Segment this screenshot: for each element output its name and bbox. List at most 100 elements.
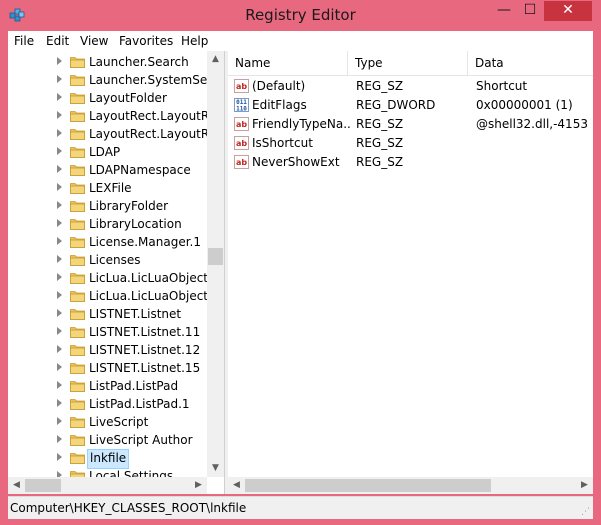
tree-item[interactable]: Launcher.Search [8, 53, 208, 71]
tree-item[interactable]: LiveScript Author [8, 431, 208, 449]
tree-item[interactable]: LicLua.LicLuaObject.1 [8, 287, 219, 305]
binary-value-icon: 011110 [234, 98, 249, 112]
values-horizontal-scroll-thumb[interactable] [245, 479, 491, 492]
expand-arrow-icon[interactable] [57, 183, 62, 191]
expand-arrow-icon[interactable] [57, 75, 62, 83]
tree-item[interactable]: License.Manager.1 [8, 233, 208, 251]
value-name: NeverShowExt [252, 155, 340, 169]
expand-arrow-icon[interactable] [57, 57, 62, 65]
tree-item[interactable]: LibraryLocation [8, 215, 208, 233]
folder-icon [70, 381, 85, 392]
title-bar[interactable]: Registry Editor — ☐ ✕ [0, 0, 601, 31]
tree-item[interactable]: Launcher.SystemSetti [8, 71, 220, 89]
tree-item-label: LiveScript [89, 415, 149, 429]
tree-item[interactable]: LEXFile [8, 179, 208, 197]
resize-grip-icon[interactable]: ⋰ [581, 507, 591, 517]
expand-arrow-icon[interactable] [57, 93, 62, 101]
tree-item-label: LISTNET.Listnet.11 [89, 325, 201, 339]
tree-item[interactable]: LISTNET.Listnet [8, 305, 208, 323]
folder-icon [70, 147, 85, 158]
tree-item-label: LEXFile [89, 181, 132, 195]
tree-item[interactable]: ListPad.ListPad.1 [8, 395, 208, 413]
tree-item[interactable]: LISTNET.Listnet.15 [8, 359, 208, 377]
folder-icon [70, 273, 85, 284]
tree-item[interactable]: LDAPNamespace [8, 161, 208, 179]
folder-icon [70, 57, 85, 68]
tree-item[interactable]: LDAP [8, 143, 208, 161]
tree-item-label: LayoutRect.LayoutRec [89, 109, 223, 123]
scroll-down-arrow-icon[interactable]: ▼ [207, 460, 224, 477]
menu-view[interactable]: View [74, 31, 114, 51]
folder-icon [70, 417, 85, 428]
expand-arrow-icon[interactable] [57, 381, 62, 389]
registry-editor-window: Registry Editor — ☐ ✕ File Edit View Fav… [0, 0, 601, 525]
expand-arrow-icon[interactable] [57, 399, 62, 407]
folder-icon [70, 435, 85, 446]
expand-arrow-icon[interactable] [57, 165, 62, 173]
column-header-name[interactable]: Name [228, 51, 348, 75]
tree-item[interactable]: LayoutRect.LayoutRec [8, 125, 223, 143]
svg-text:ab: ab [236, 158, 247, 167]
value-row[interactable]: ab FriendlyTypeNa... REG_SZ @shell32.dll,-4… [228, 115, 593, 134]
expand-arrow-icon[interactable] [57, 291, 62, 299]
minimize-button[interactable]: — [491, 1, 517, 21]
expand-arrow-icon[interactable] [57, 435, 62, 443]
expand-arrow-icon[interactable] [57, 237, 62, 245]
value-type: REG_SZ [356, 155, 404, 169]
menu-help[interactable]: Help [175, 31, 214, 51]
value-row[interactable]: ab (Default) REG_SZ Shortcut [228, 77, 593, 96]
scroll-up-arrow-icon[interactable]: ▲ [207, 51, 224, 68]
expand-arrow-icon[interactable] [57, 255, 62, 263]
expand-arrow-icon[interactable] [57, 309, 62, 317]
column-header-type[interactable]: Type [348, 51, 468, 75]
value-data: Shortcut [476, 79, 528, 93]
key-tree-pane[interactable]: Launcher.Search Launcher.SystemSetti Layou… [8, 51, 225, 494]
tree-item[interactable]: LiveScript [8, 413, 208, 431]
expand-arrow-icon[interactable] [57, 327, 62, 335]
folder-icon [70, 129, 85, 140]
expand-arrow-icon[interactable] [57, 201, 62, 209]
column-header-data[interactable]: Data [468, 51, 593, 75]
value-data: 0x00000001 (1) [476, 98, 573, 112]
value-row[interactable]: ab IsShortcut REG_SZ [228, 134, 593, 153]
values-pane[interactable]: Name Type Data ab (Default) REG_SZ Shortcut… [228, 51, 593, 494]
expand-arrow-icon[interactable] [57, 345, 62, 353]
svg-text:ab: ab [236, 120, 247, 129]
tree-item-label: LISTNET.Listnet [89, 307, 182, 321]
tree-item[interactable]: Licenses [8, 251, 208, 269]
tree-item-label: ListPad.ListPad [89, 379, 179, 393]
expand-arrow-icon[interactable] [57, 111, 62, 119]
menu-edit[interactable]: Edit [40, 31, 75, 51]
values-scroll-left-arrow-icon[interactable]: ◀ [228, 477, 245, 494]
tree-item[interactable]: LicLua.LicLuaObject [8, 269, 208, 287]
tree-item[interactable]: LayoutFolder [8, 89, 208, 107]
expand-arrow-icon[interactable] [57, 453, 62, 461]
tree-item[interactable]: LISTNET.Listnet.11 [8, 323, 208, 341]
expand-arrow-icon[interactable] [57, 273, 62, 281]
tree-item-label: LayoutRect.LayoutRec [89, 127, 223, 141]
value-row[interactable]: 011 110 EditFlags REG_DWORD 0x00000001 (1) [228, 96, 593, 115]
expand-arrow-icon[interactable] [57, 219, 62, 227]
expand-arrow-icon[interactable] [57, 147, 62, 155]
value-row[interactable]: ab NeverShowExt REG_SZ [228, 153, 593, 172]
tree-item[interactable]: lnkfile [8, 449, 208, 469]
tree-item[interactable]: ListPad.ListPad [8, 377, 208, 395]
maximize-button[interactable]: ☐ [517, 1, 543, 21]
tree-item[interactable]: LayoutRect.LayoutRec [8, 107, 223, 125]
string-value-icon: ab [234, 79, 249, 93]
expand-arrow-icon[interactable] [57, 129, 62, 137]
close-button[interactable]: ✕ [544, 1, 592, 21]
scroll-right-arrow-icon[interactable]: ▶ [190, 477, 207, 494]
scroll-left-arrow-icon[interactable]: ◀ [8, 477, 25, 494]
tree-item[interactable]: LISTNET.Listnet.12 [8, 341, 208, 359]
expand-arrow-icon[interactable] [57, 363, 62, 371]
tree-item[interactable]: LibraryFolder [8, 197, 208, 215]
tree-horizontal-scroll-thumb[interactable] [25, 479, 61, 492]
menu-favorites[interactable]: Favorites [113, 31, 179, 51]
tree-item-label: ListPad.ListPad.1 [89, 397, 190, 411]
menu-file[interactable]: File [8, 31, 40, 51]
tree-vertical-scroll-thumb[interactable] [208, 248, 223, 265]
values-scroll-right-arrow-icon[interactable]: ▶ [576, 477, 593, 494]
folder-icon [70, 399, 85, 410]
expand-arrow-icon[interactable] [57, 417, 62, 425]
